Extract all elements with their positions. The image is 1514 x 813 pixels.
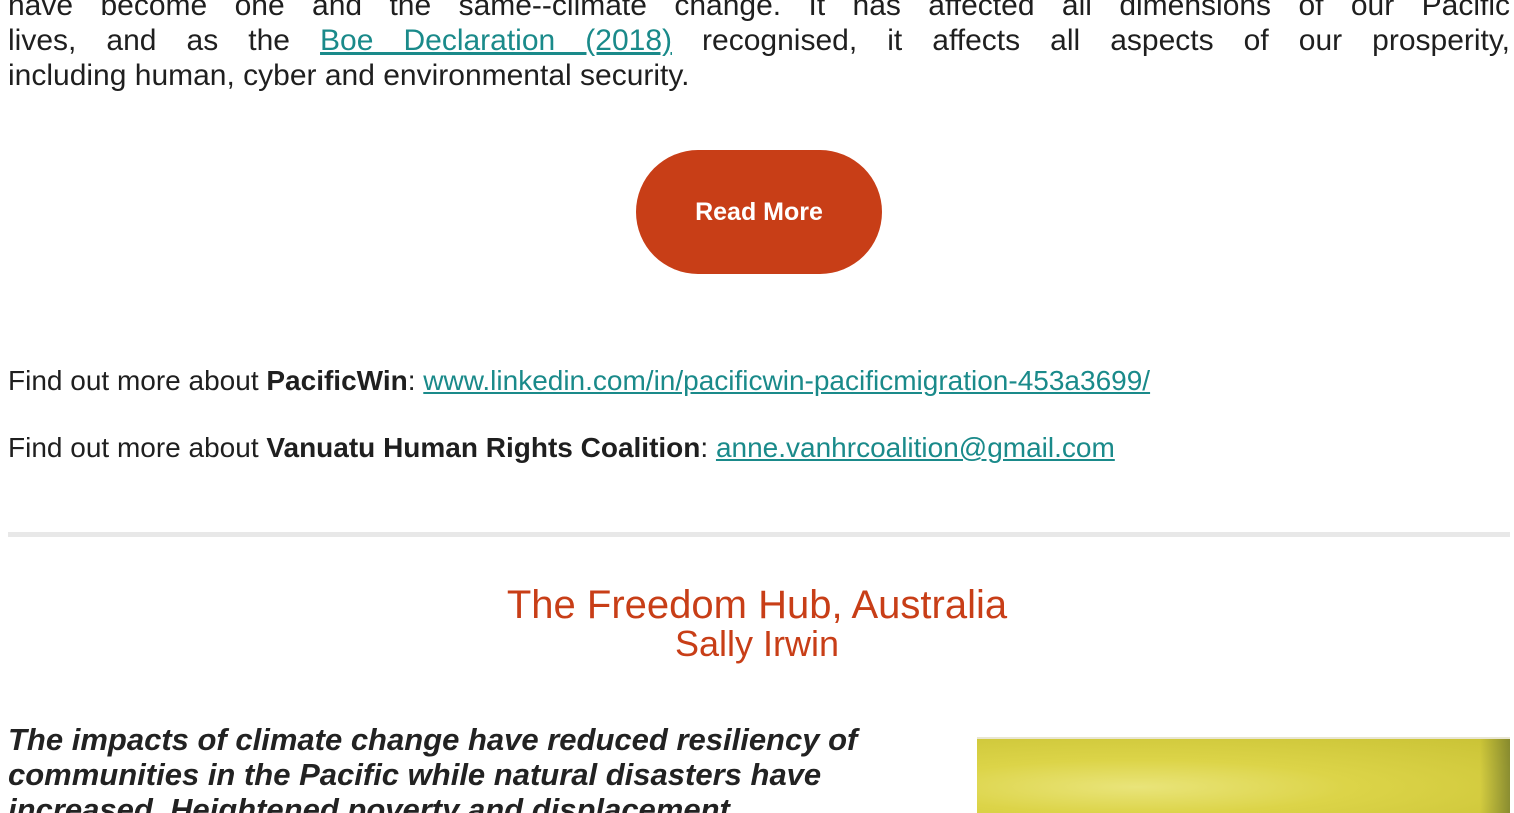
article-paragraph: have become one and the same--climate ch… xyxy=(8,0,1510,93)
read-more-button[interactable]: Read More xyxy=(636,150,882,274)
org-name: PacificWin xyxy=(266,365,408,396)
separator: : xyxy=(700,432,716,463)
section-quote: The impacts of climate change have reduc… xyxy=(8,722,858,813)
find-out-pacificwin: Find out more about PacificWin: www.link… xyxy=(8,364,1150,398)
vanuatu-email-link[interactable]: anne.vanhrcoalition@gmail.com xyxy=(716,432,1115,463)
org-name: Vanuatu Human Rights Coalition xyxy=(266,432,701,463)
article-line: lives, and as the Boe Declaration (2018)… xyxy=(8,23,1510,58)
section-divider xyxy=(8,532,1510,537)
pacificwin-linkedin-link[interactable]: www.linkedin.com/in/pacificwin-pacificmi… xyxy=(423,365,1150,396)
find-out-text: Find out more about xyxy=(8,365,267,396)
section-author: Sally Irwin xyxy=(674,623,840,664)
find-out-text: Find out more about xyxy=(8,432,267,463)
article-photo xyxy=(977,737,1510,813)
boe-declaration-link[interactable]: Boe Declaration (2018) xyxy=(320,24,672,57)
separator: : xyxy=(407,365,424,396)
article-text: recognised, it affects all aspects of ou… xyxy=(672,24,1511,57)
find-out-vanuatu: Find out more about Vanuatu Human Rights… xyxy=(8,431,1115,465)
section-title: The Freedom Hub, Australia xyxy=(506,583,1008,627)
article-text: lives, and as the xyxy=(8,24,321,57)
article-line: including human, cyber and environmental… xyxy=(8,59,690,92)
article-line: have become one and the same--climate ch… xyxy=(8,0,1510,22)
